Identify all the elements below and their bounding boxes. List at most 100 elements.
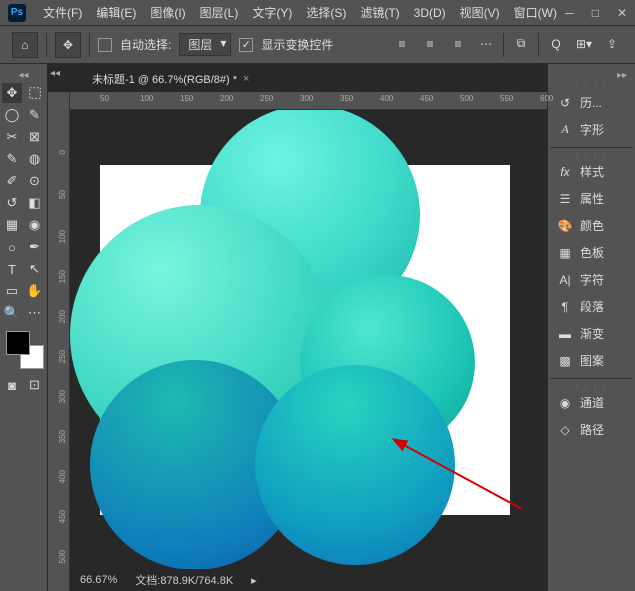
- panel-gradient[interactable]: ▬渐变: [550, 320, 633, 347]
- menu-filter[interactable]: 滤镜(T): [353, 4, 406, 21]
- menu-select[interactable]: 选择(S): [299, 4, 353, 21]
- status-more-icon[interactable]: ▸: [251, 574, 257, 587]
- menu-bar: Ps 文件(F) 编辑(E) 图像(I) 图层(L) 文字(Y) 选择(S) 滤…: [0, 0, 635, 26]
- more-options-icon[interactable]: ⋯: [475, 33, 497, 55]
- blur-tool[interactable]: ◉: [25, 215, 45, 235]
- artboard[interactable]: [100, 165, 510, 515]
- pattern-icon: ▩: [556, 353, 574, 369]
- panel-history[interactable]: ↺历...: [550, 89, 633, 116]
- crop-tool[interactable]: ✂: [2, 127, 22, 147]
- history-brush-tool[interactable]: ↺: [2, 193, 22, 213]
- options-bar: ⌂ ✥ 自动选择: 图层 显示变换控件 ≡ ≡ ≡ ⋯ ⧉ Q ⊞▾ ⇪: [0, 26, 635, 64]
- menu-image[interactable]: 图像(I): [143, 4, 192, 21]
- edit-toolbar-icon[interactable]: ⋯: [25, 303, 45, 323]
- menu-window[interactable]: 窗口(W): [507, 4, 564, 21]
- paragraph-icon: ¶: [556, 299, 574, 315]
- pen-tool[interactable]: ✒: [25, 237, 45, 257]
- artboard-tool[interactable]: [25, 83, 45, 103]
- tab-close-icon[interactable]: ×: [243, 73, 249, 85]
- heal-tool[interactable]: ◍: [25, 149, 45, 169]
- path-select-tool[interactable]: ↖: [25, 259, 45, 279]
- align-top-icon[interactable]: ≡: [391, 33, 413, 55]
- move-tool-indicator[interactable]: ✥: [55, 32, 81, 58]
- canvas-viewport[interactable]: [70, 110, 547, 569]
- history-icon: ↺: [556, 95, 574, 111]
- document-tab-bar: 未标题-1 @ 66.7%(RGB/8#) * ×: [62, 64, 261, 92]
- menu-file[interactable]: 文件(F): [36, 4, 89, 21]
- home-button[interactable]: ⌂: [12, 32, 38, 58]
- auto-select-label: 自动选择:: [120, 36, 171, 53]
- shape-tool[interactable]: ▭: [2, 281, 22, 301]
- panel-paragraph[interactable]: ¶段落: [550, 293, 633, 320]
- gradient-icon: ▬: [556, 326, 574, 342]
- panel-paths[interactable]: ◇路径: [550, 416, 633, 443]
- shape-circle-5[interactable]: [255, 365, 455, 565]
- canvas-area: ◂◂ 未标题-1 @ 66.7%(RGB/8#) * × 0 50 100 15…: [48, 64, 547, 591]
- eraser-tool[interactable]: ◧: [25, 193, 45, 213]
- move-tool[interactable]: ✥: [2, 83, 22, 103]
- gradient-tool[interactable]: ▦: [2, 215, 22, 235]
- hand-tool[interactable]: ✋: [25, 281, 45, 301]
- panel-properties[interactable]: ☰属性: [550, 185, 633, 212]
- app-logo: Ps: [8, 4, 26, 22]
- quick-select-tool[interactable]: ✎: [25, 105, 45, 125]
- panel-glyphs[interactable]: A字形: [550, 116, 633, 143]
- window-close-icon[interactable]: ✕: [617, 6, 627, 20]
- ruler-vertical: 0 50 100 150 200 250 300 350 400 450 500: [48, 92, 70, 591]
- auto-select-dropdown[interactable]: 图层: [179, 33, 231, 56]
- document-tab-title: 未标题-1 @ 66.7%(RGB/8#) *: [92, 71, 237, 87]
- quick-mask-tool[interactable]: ◙: [2, 375, 22, 395]
- character-icon: A|: [556, 272, 574, 288]
- channels-icon: ◉: [556, 395, 574, 411]
- panel-swatches[interactable]: ▦色板: [550, 239, 633, 266]
- ruler-horizontal: 50 100 150 200 250 300 350 400 450 500 5…: [70, 92, 547, 110]
- panel-collapse-left-icon[interactable]: ◂◂: [48, 64, 62, 92]
- properties-icon: ☰: [556, 191, 574, 207]
- zoom-tool[interactable]: 🔍: [2, 303, 22, 323]
- screen-mode-tool[interactable]: ⊡: [25, 375, 45, 395]
- menu-edit[interactable]: 编辑(E): [89, 4, 143, 21]
- text-tool[interactable]: T: [2, 259, 22, 279]
- show-transform-checkbox[interactable]: [239, 38, 253, 52]
- swatches-icon: ▦: [556, 245, 574, 261]
- tool-collapse-icon[interactable]: ◂◂: [2, 68, 45, 83]
- menu-text[interactable]: 文字(Y): [245, 4, 299, 21]
- panel-channels[interactable]: ◉通道: [550, 389, 633, 416]
- right-panel: ▸▸ ⋮⋮⋮⋮ ↺历... A字形 ⋮⋮⋮⋮ fx样式 ☰属性 🎨颜色 ▦色板 …: [547, 64, 635, 591]
- panel-collapse-right-icon[interactable]: ▸▸: [550, 68, 633, 83]
- document-tab[interactable]: 未标题-1 @ 66.7%(RGB/8#) * ×: [80, 66, 261, 92]
- clone-tool[interactable]: ⊙: [25, 171, 45, 191]
- workspace-icon[interactable]: ⊞▾: [573, 33, 595, 55]
- frame-tool[interactable]: ⊠: [25, 127, 45, 147]
- window-minimize-icon[interactable]: ─: [565, 6, 574, 20]
- foreground-color[interactable]: [6, 331, 30, 355]
- tool-panel: ◂◂ ✥ ◯ ✎ ✂ ⊠ ✎ ◍ ✐ ⊙ ↺ ◧ ▦ ◉ ○ ✒ T ↖ ▭ ✋…: [0, 64, 48, 591]
- panel-pattern[interactable]: ▩图案: [550, 347, 633, 374]
- menu-view[interactable]: 视图(V): [453, 4, 507, 21]
- panel-color[interactable]: 🎨颜色: [550, 212, 633, 239]
- menu-layer[interactable]: 图层(L): [193, 4, 246, 21]
- paths-icon: ◇: [556, 422, 574, 438]
- menu-3d[interactable]: 3D(D): [407, 6, 453, 20]
- eyedropper-tool[interactable]: ✎: [2, 149, 22, 169]
- panel-character[interactable]: A|字符: [550, 266, 633, 293]
- align-bottom-icon[interactable]: ≡: [447, 33, 469, 55]
- styles-icon: fx: [556, 164, 574, 180]
- dodge-tool[interactable]: ○: [2, 237, 22, 257]
- glyph-icon: A: [556, 122, 574, 138]
- panel-styles[interactable]: fx样式: [550, 158, 633, 185]
- zoom-level[interactable]: 66.67%: [80, 574, 117, 586]
- lasso-tool[interactable]: ◯: [2, 105, 22, 125]
- document-size[interactable]: 文档:878.9K/764.8K: [135, 572, 233, 588]
- brush-tool[interactable]: ✐: [2, 171, 22, 191]
- share-icon[interactable]: ⇪: [601, 33, 623, 55]
- align-middle-icon[interactable]: ≡: [419, 33, 441, 55]
- 3d-mode-icon[interactable]: ⧉: [510, 33, 532, 55]
- color-icon: 🎨: [556, 218, 574, 234]
- search-icon[interactable]: Q: [545, 33, 567, 55]
- show-transform-label: 显示变换控件: [261, 36, 333, 53]
- auto-select-checkbox[interactable]: [98, 38, 112, 52]
- color-swatches[interactable]: [6, 331, 44, 369]
- window-maximize-icon[interactable]: □: [592, 6, 599, 20]
- status-bar: 66.67% 文档:878.9K/764.8K ▸: [70, 569, 547, 591]
